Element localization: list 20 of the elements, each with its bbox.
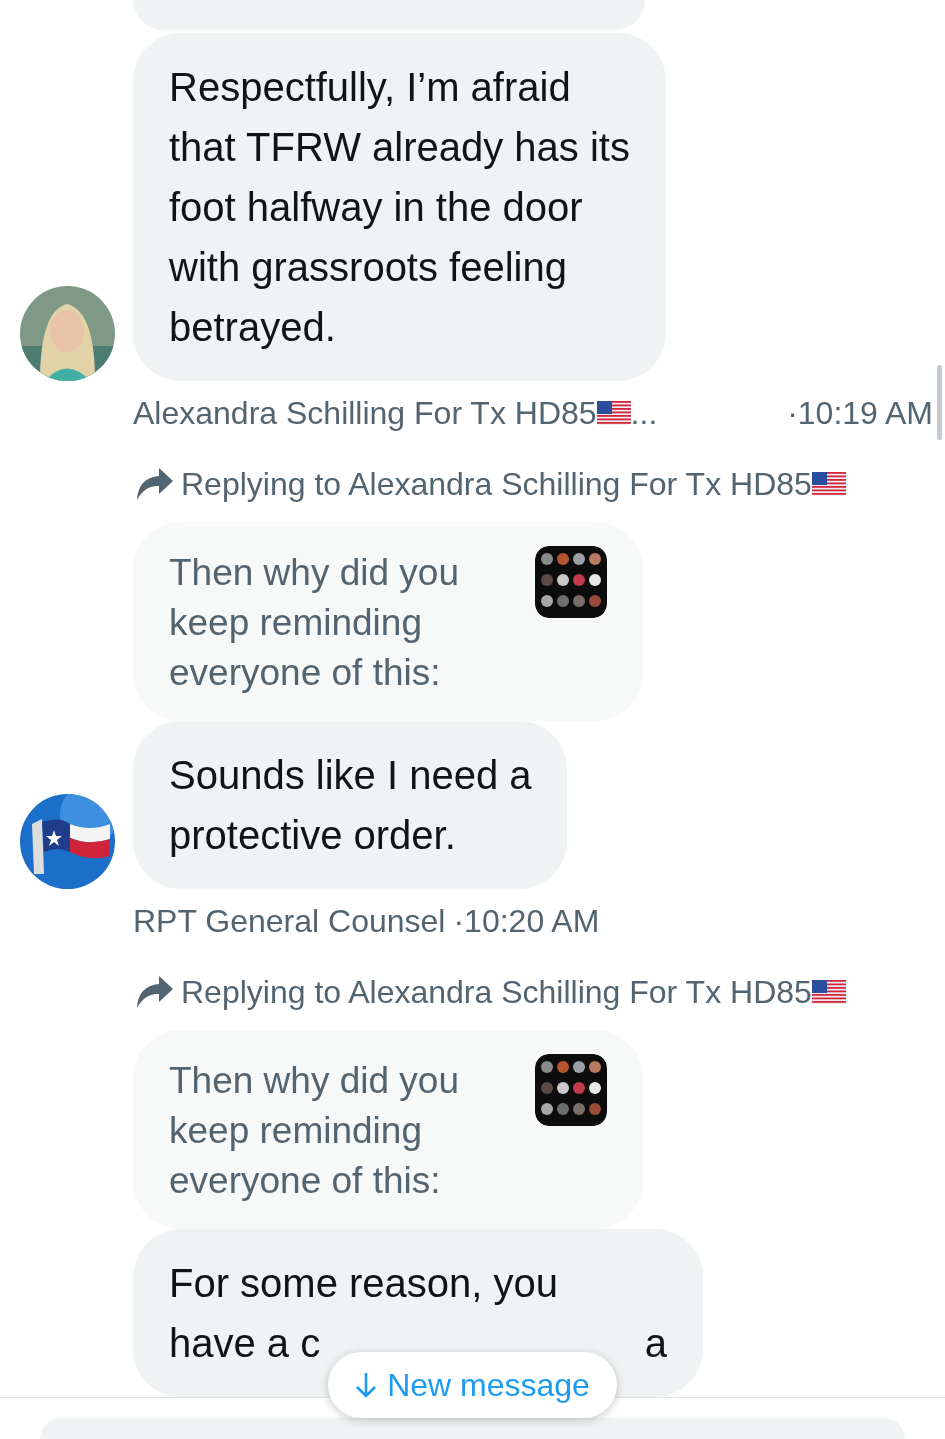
new-message-button[interactable]: New message bbox=[328, 1352, 617, 1418]
reply-context-text: Replying to Alexandra Schilling For Tx HD85 bbox=[181, 973, 812, 1012]
message-text: For some reason, you bbox=[169, 1261, 559, 1305]
reply-context-text: Replying to Alexandra Schilling For Tx HD85 bbox=[181, 465, 812, 504]
message-text: Sounds like I need a protective order. bbox=[169, 753, 532, 857]
timestamp: ·10:20 AM bbox=[453, 902, 600, 941]
message-input-field[interactable] bbox=[40, 1418, 905, 1439]
down-arrow-icon bbox=[355, 1371, 378, 1399]
message-text: have a c bbox=[169, 1320, 321, 1367]
message-text: Respectfully, I’m afraid that TFRW already has its foot halfway in the door with grassroots feeling betrayed. bbox=[169, 65, 630, 349]
sender-name-ellipsis: ... bbox=[630, 394, 658, 433]
quoted-message-text: Then why did you keep reminding everyone of this: bbox=[169, 551, 459, 695]
message-text: a bbox=[644, 1320, 667, 1367]
quoted-message[interactable]: Then why did you keep reminding everyone of this: bbox=[133, 1030, 643, 1229]
sender-name: Alexandra Schilling For Tx HD85 bbox=[133, 394, 597, 433]
scrollbar[interactable] bbox=[937, 365, 942, 440]
timestamp: ·10:19 AM bbox=[787, 394, 933, 433]
quoted-message-text: Then why did you keep reminding everyone of this: bbox=[169, 1059, 459, 1203]
sender-name: RPT General Counsel bbox=[133, 902, 446, 941]
quoted-message[interactable]: Then why did you keep reminding everyone of this: bbox=[133, 522, 643, 721]
